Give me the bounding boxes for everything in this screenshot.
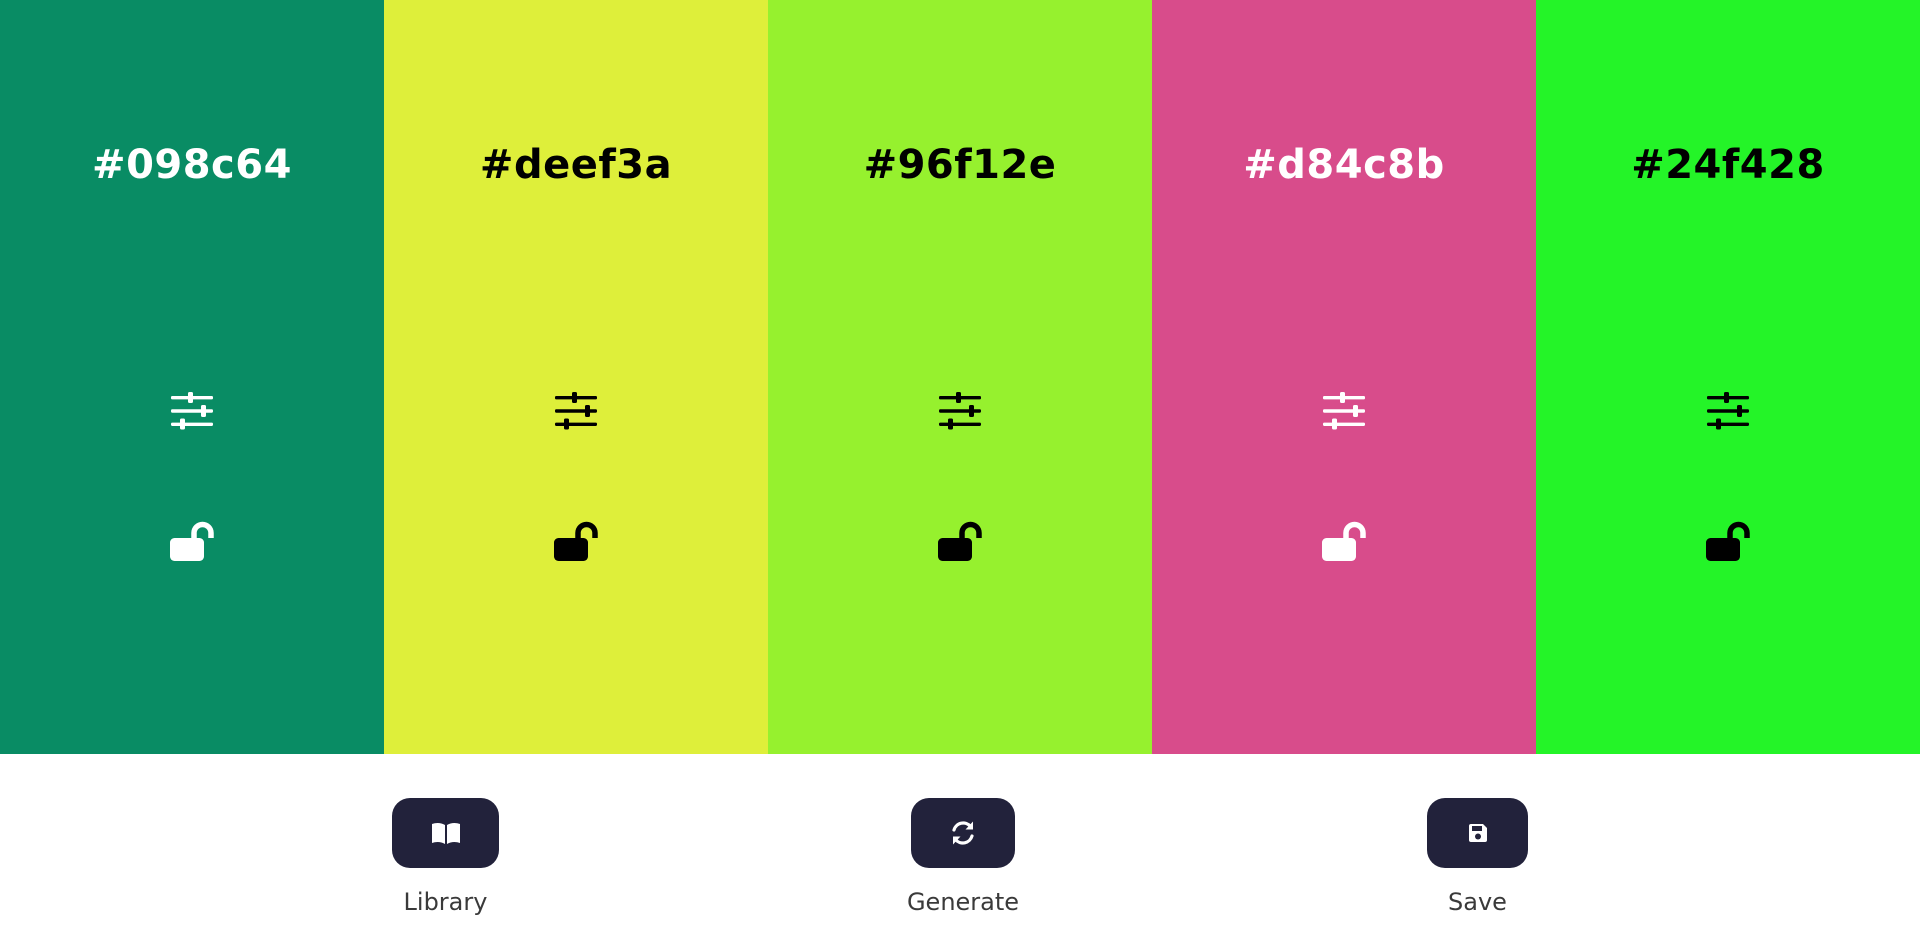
hex-code[interactable]: #d84c8b: [1152, 142, 1536, 188]
color-swatch-3: #96f12e: [768, 0, 1152, 754]
generate-label: Generate: [906, 888, 1020, 916]
generate-control: Generate: [907, 798, 1019, 916]
refresh-icon: [952, 821, 974, 845]
adjust-color-button[interactable]: [1314, 381, 1374, 441]
color-palette: #098c64 #deef3a #96f12e #d84c8b #24f428: [0, 0, 1920, 754]
sliders-icon: [1323, 392, 1365, 430]
adjust-color-button[interactable]: [930, 381, 990, 441]
lock-open-icon: [170, 521, 214, 561]
color-swatch-4: #d84c8b: [1152, 0, 1536, 754]
sliders-icon: [171, 392, 213, 430]
lock-open-icon: [1706, 521, 1750, 561]
book-open-icon: [431, 822, 460, 844]
palette-controls: Library Generate Save: [0, 754, 1920, 942]
sliders-icon: [1707, 392, 1749, 430]
lock-open-icon: [938, 521, 982, 561]
save-button[interactable]: [1427, 798, 1528, 868]
hex-code[interactable]: #96f12e: [768, 142, 1152, 188]
lock-color-button[interactable]: [162, 512, 222, 572]
color-swatch-5: #24f428: [1536, 0, 1920, 754]
adjust-color-button[interactable]: [546, 381, 606, 441]
lock-color-button[interactable]: [1698, 512, 1758, 572]
lock-open-icon: [1322, 521, 1366, 561]
generate-button[interactable]: [911, 798, 1015, 868]
library-control: Library: [392, 798, 499, 916]
save-label: Save: [1448, 888, 1507, 916]
adjust-color-button[interactable]: [1698, 381, 1758, 441]
lock-color-button[interactable]: [1314, 512, 1374, 572]
color-swatch-2: #deef3a: [384, 0, 768, 754]
sliders-icon: [939, 392, 981, 430]
color-swatch-1: #098c64: [0, 0, 384, 754]
floppy-disk-icon: [1468, 824, 1487, 842]
hex-code[interactable]: #098c64: [0, 142, 384, 188]
library-label: Library: [403, 888, 488, 916]
hex-code[interactable]: #deef3a: [384, 142, 768, 188]
save-control: Save: [1427, 798, 1528, 916]
adjust-color-button[interactable]: [162, 381, 222, 441]
lock-color-button[interactable]: [546, 512, 606, 572]
sliders-icon: [555, 392, 597, 430]
hex-code[interactable]: #24f428: [1536, 142, 1920, 188]
lock-color-button[interactable]: [930, 512, 990, 572]
lock-open-icon: [554, 521, 598, 561]
library-button[interactable]: [392, 798, 499, 868]
